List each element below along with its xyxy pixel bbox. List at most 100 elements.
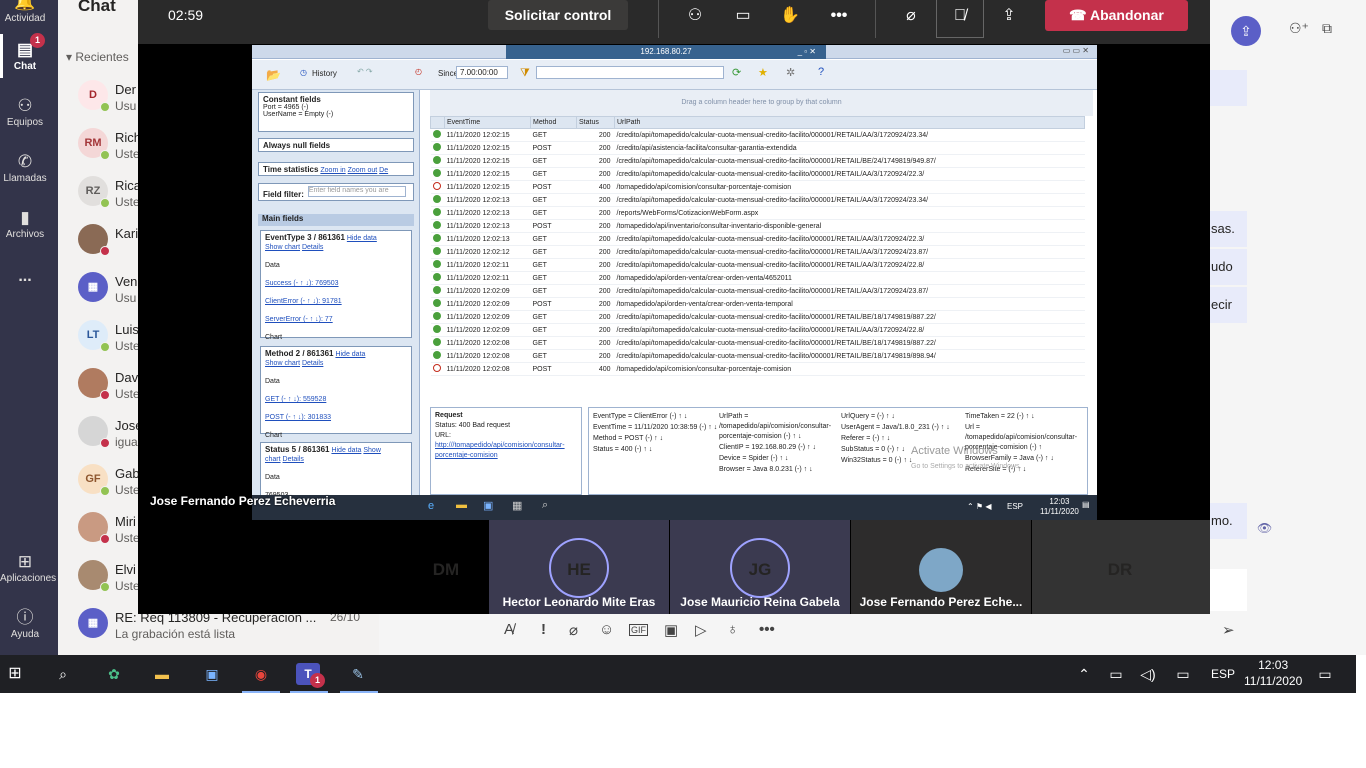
history-icon[interactable]: ◷ [300, 68, 307, 77]
chat-icon[interactable]: ▭ [728, 0, 758, 32]
camera-off-icon[interactable]: ⌀ [896, 0, 926, 32]
ie-icon[interactable]: e [428, 500, 434, 512]
windows-start-icon[interactable]: ⊞ [3, 663, 27, 685]
request-url[interactable]: http:///tomapedido/api/comision/consulta… [435, 442, 565, 459]
table-row[interactable]: 11/11/2020 12:02:15 GET 200/credito/api/to… [430, 167, 1085, 181]
gif-icon[interactable]: GIF [629, 624, 648, 636]
participants-icon[interactable]: ⚇ [680, 0, 710, 32]
hide-data-link[interactable]: Hide data [347, 235, 377, 242]
more-icon[interactable]: ... [0, 268, 50, 286]
rail-item-files[interactable]: ▮ Archivos [0, 208, 50, 240]
window-controls-icon[interactable]: ▭ ▭ ✕ [1063, 46, 1089, 55]
table-row[interactable]: 11/11/2020 12:02:13 GET 200/credito/api/to… [430, 193, 1085, 207]
table-row[interactable]: 11/11/2020 12:02:13 POST 200/tomapedido/ap… [430, 219, 1085, 233]
rail-item-activity[interactable]: 🔔 Actividad [0, 0, 50, 24]
search-icon[interactable]: ⌕ [542, 499, 548, 512]
table-row[interactable]: 11/11/2020 12:02:15 POST 200/credito/api/a… [430, 141, 1085, 155]
table-row[interactable]: 11/11/2020 12:02:08 POST 400/tomapedido/ap… [430, 362, 1085, 376]
clienterror-value[interactable]: ClientError (- ↑ ↓): 91781 [265, 298, 342, 305]
table-row[interactable]: 11/11/2020 12:02:09 POST 200/tomapedido/ap… [430, 297, 1085, 311]
meet-now-icon[interactable]: ▷ [695, 621, 707, 639]
send-icon[interactable]: ➢ [1222, 621, 1235, 639]
file-explorer-icon[interactable]: ▬ [150, 663, 174, 685]
show-chart-link[interactable]: Show chart [265, 360, 300, 367]
share-screen-icon[interactable]: ⇪ [994, 0, 1024, 32]
zoom-out-link[interactable]: Zoom out [348, 167, 378, 174]
rail-item-teams[interactable]: ⚇ Equipos [0, 96, 50, 128]
volume-icon[interactable]: ◁) [1136, 663, 1160, 685]
hide-data-link[interactable]: Hide data [331, 447, 361, 454]
table-row[interactable]: 11/11/2020 12:02:09 GET 200/credito/api/to… [430, 310, 1085, 324]
share-tray-icon[interactable]: ⇪ [1231, 16, 1261, 46]
tray-icons[interactable]: ⌃ ⚑ ◀ [967, 502, 991, 511]
folder-icon[interactable]: ▬ [456, 499, 467, 511]
participant-tile[interactable]: DM [408, 520, 488, 614]
more-actions-icon[interactable]: ••• [824, 0, 854, 32]
language-indicator[interactable]: ESP [1211, 667, 1235, 681]
show-link[interactable]: Show [363, 447, 381, 454]
details-link[interactable]: Details [283, 456, 304, 463]
clock[interactable]: 12:03 11/11/2020 [1244, 657, 1302, 689]
emoji-icon[interactable]: ☺ [599, 621, 614, 638]
column-header[interactable]: Status [576, 116, 615, 129]
search-icon[interactable]: ⌕ [51, 663, 75, 685]
favorites-icon[interactable]: ★ [758, 66, 768, 79]
table-row[interactable]: 11/11/2020 12:02:13 GET 200/reports/WebFor… [430, 206, 1085, 220]
participant-tile[interactable]: Jose Fernando Perez Eche... [851, 520, 1031, 614]
recent-section-header[interactable]: ▾ Recientes [66, 50, 129, 64]
hide-data-link[interactable]: Hide data [335, 351, 365, 358]
sticker-icon[interactable]: ▣ [664, 621, 678, 639]
participant-tile[interactable]: JG Jose Mauricio Reina Gabela [670, 520, 850, 614]
table-row[interactable]: 11/11/2020 12:02:15 GET 200/credito/api/to… [430, 154, 1085, 168]
field-filter-input[interactable]: Enter field names you are [307, 186, 406, 197]
network-icon[interactable]: ▭ [1171, 663, 1195, 685]
tray-chevron-icon[interactable]: ⌃ [1072, 663, 1096, 685]
column-header[interactable]: EventTime [444, 116, 531, 129]
raise-hand-icon[interactable]: ✋ [775, 0, 805, 32]
undo-icon[interactable]: ↶ ↷ [357, 67, 373, 76]
zoom-in-link[interactable]: Zoom in [320, 167, 345, 174]
rail-item-calls[interactable]: ✆ Llamadas [0, 152, 50, 184]
table-row[interactable]: 11/11/2020 12:02:15 POST 400/tomapedido/ap… [430, 180, 1085, 194]
column-header[interactable]: Method [530, 116, 577, 129]
get-value[interactable]: GET (- ↑ ↓): 559528 [265, 396, 326, 403]
important-icon[interactable]: ! [541, 621, 546, 638]
mic-off-icon[interactable]: 🎙̸ [936, 0, 984, 38]
praise-icon[interactable]: ♁ [727, 621, 738, 638]
column-header[interactable] [430, 116, 445, 129]
action-center-icon[interactable]: ▭ [1313, 663, 1337, 685]
details-link[interactable]: De [379, 167, 388, 174]
since-input[interactable]: 7.00:00:00 [456, 66, 508, 79]
show-chart-link[interactable]: Show chart [265, 244, 300, 251]
rail-item-apps[interactable]: ⊞ Aplicaciones [0, 552, 56, 584]
table-row[interactable]: 11/11/2020 12:02:13 GET 200/credito/api/to… [430, 232, 1085, 246]
attach-icon[interactable]: ⌀ [569, 621, 578, 639]
window-controls-icon[interactable]: _ ▫ ✕ [798, 45, 816, 59]
table-row[interactable]: 11/11/2020 12:02:09 GET 200/credito/api/to… [430, 323, 1085, 337]
table-row[interactable]: 11/11/2020 12:02:08 GET 200/credito/api/to… [430, 336, 1085, 350]
participant-tile[interactable]: HE Hector Leonardo Mite Eras [489, 520, 669, 614]
settings-icon[interactable]: ✲ [786, 66, 795, 79]
add-people-icon[interactable]: ⚇⁺ [1289, 20, 1309, 37]
table-row[interactable]: 11/11/2020 12:02:15 GET 200/credito/api/to… [430, 128, 1085, 142]
details-link[interactable]: Details [302, 360, 323, 367]
table-row[interactable]: 11/11/2020 12:02:12 GET 200/credito/api/to… [430, 245, 1085, 259]
clock-icon[interactable]: ◴ [415, 67, 422, 76]
format-icon[interactable]: A̸ [504, 621, 514, 638]
app-icon[interactable]: ✿ [102, 663, 126, 685]
leave-button[interactable]: ☎ Abandonar [1045, 0, 1188, 31]
app-icon[interactable]: ▣ [483, 499, 493, 512]
request-control-button[interactable]: Solicitar control [488, 0, 628, 30]
filter-icon[interactable]: ⧩ [520, 67, 530, 80]
history-button[interactable]: History [312, 69, 337, 78]
table-row[interactable]: 11/11/2020 12:02:09 GET 200/credito/api/to… [430, 284, 1085, 298]
more-options-icon[interactable]: ••• [759, 621, 775, 638]
open-folder-icon[interactable]: 📂 [266, 68, 281, 82]
table-row[interactable]: 11/11/2020 12:02:11 GET 200/tomapedido/api… [430, 271, 1085, 285]
paint-icon[interactable]: ✎ [346, 663, 370, 685]
post-value[interactable]: POST (- ↑ ↓): 301833 [265, 414, 331, 421]
app-icon[interactable]: ▦ [512, 499, 522, 512]
notification-icon[interactable]: ▤ [1082, 500, 1090, 509]
column-header[interactable]: UrlPath [614, 116, 1085, 129]
remote-desktop-icon[interactable]: ▣ [200, 663, 224, 685]
